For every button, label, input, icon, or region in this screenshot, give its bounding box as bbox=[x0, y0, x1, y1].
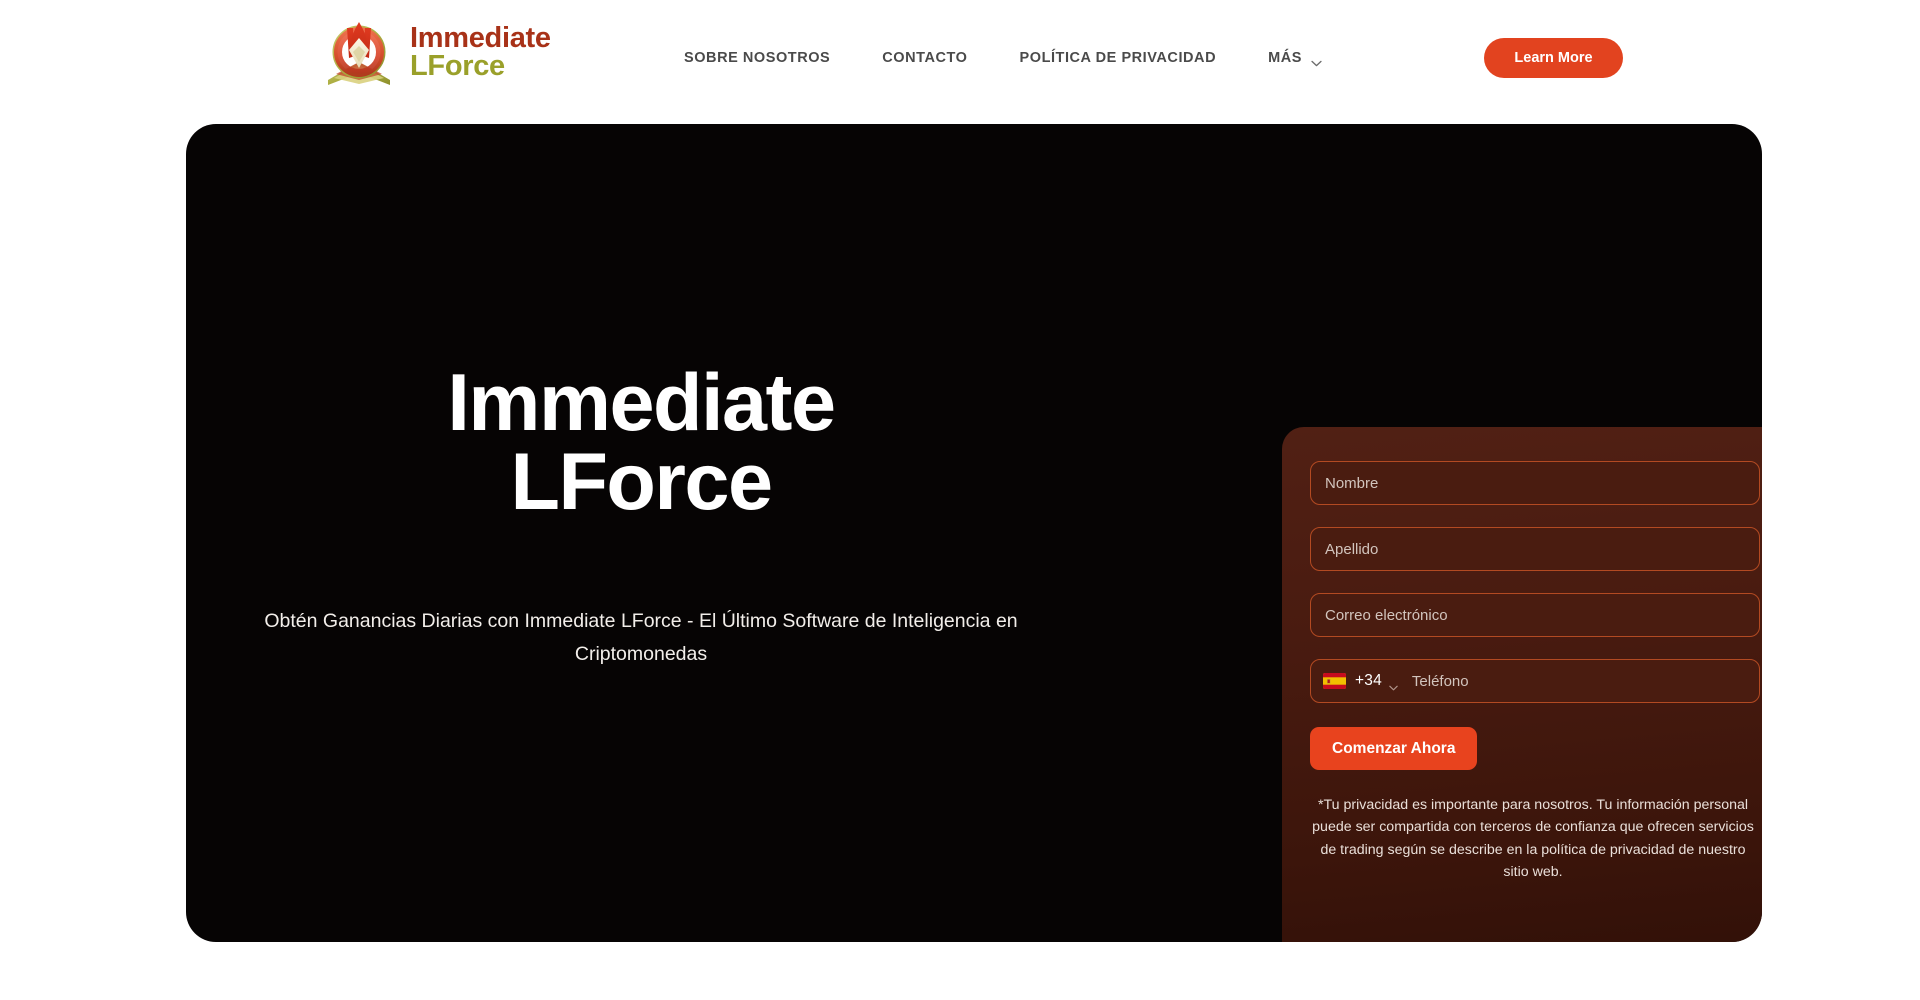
flame-torch-logo-icon bbox=[322, 16, 396, 88]
email-input[interactable] bbox=[1325, 606, 1745, 624]
hero-subtitle: Obtén Ganancias Diarias con Immediate LF… bbox=[264, 610, 1018, 665]
nav-item-contacto[interactable]: CONTACTO bbox=[882, 44, 967, 72]
phone-field[interactable]: +34 bbox=[1310, 659, 1760, 703]
brand-word-lforce: LForce bbox=[410, 50, 505, 82]
hero-title-line-2: LForce bbox=[510, 436, 773, 527]
hero-section: Immediate LForce Obtén Ganancias Diarias… bbox=[186, 124, 1762, 942]
privacy-disclaimer: *Tu privacidad es importante para nosotr… bbox=[1312, 797, 1754, 881]
learn-more-button[interactable]: Learn More bbox=[1484, 38, 1623, 78]
start-now-button[interactable]: Comenzar Ahora bbox=[1310, 727, 1478, 770]
chevron-down-icon[interactable] bbox=[1389, 678, 1398, 691]
hero-title: Immediate LForce bbox=[246, 363, 1036, 523]
nav-item-mas[interactable]: MÁS bbox=[1268, 44, 1322, 72]
hero-copy: Immediate LForce Obtén Ganancias Diarias… bbox=[246, 363, 1036, 671]
nav-item-mas-label: MÁS bbox=[1268, 50, 1302, 66]
chevron-down-icon bbox=[1311, 55, 1322, 66]
nav-item-sobre-nosotros[interactable]: SOBRE NOSOTROS bbox=[684, 44, 830, 72]
email-field[interactable] bbox=[1310, 593, 1760, 637]
phone-number-input[interactable] bbox=[1411, 672, 1745, 690]
brand-wordmark: Immediate LForce bbox=[410, 21, 551, 82]
nav-item-politica-de-privacidad[interactable]: POLÍTICA DE PRIVACIDAD bbox=[1020, 44, 1217, 72]
phone-country-dial-code[interactable]: +34 bbox=[1355, 672, 1382, 690]
signup-form-card: +34 Comenzar Ahora *Tu privacidad es imp… bbox=[1282, 427, 1762, 942]
first-name-input[interactable] bbox=[1325, 474, 1745, 492]
brand-word-immediate: Immediate bbox=[410, 21, 551, 54]
brand-logo-link[interactable]: Immediate LForce bbox=[322, 16, 551, 88]
spain-flag-icon[interactable] bbox=[1323, 673, 1346, 689]
first-name-field[interactable] bbox=[1310, 461, 1760, 505]
last-name-input[interactable] bbox=[1325, 540, 1745, 558]
main-navigation: SOBRE NOSOTROS CONTACTO POLÍTICA DE PRIV… bbox=[684, 44, 1322, 72]
last-name-field[interactable] bbox=[1310, 527, 1760, 571]
hero-title-line-1: Immediate bbox=[447, 358, 836, 448]
site-header: Immediate LForce SOBRE NOSOTROS CONTACTO… bbox=[0, 0, 1920, 124]
